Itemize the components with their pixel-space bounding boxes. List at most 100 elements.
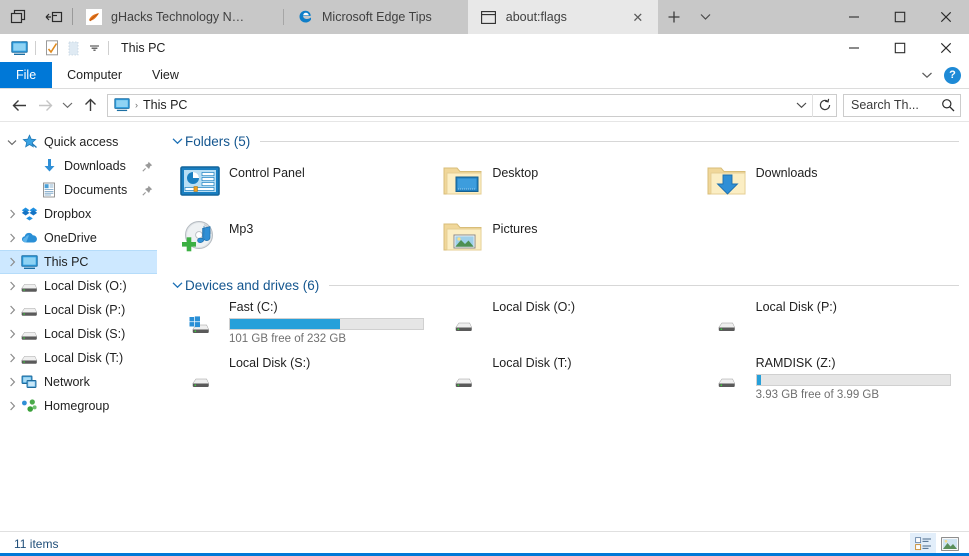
chevron-down-icon[interactable]: [169, 281, 185, 289]
list-item-body: Downloads: [756, 154, 959, 180]
list-item[interactable]: Pictures: [432, 210, 695, 266]
list-item[interactable]: Mp3: [169, 210, 432, 266]
list-item-body: Desktop: [492, 154, 695, 180]
customize-qat-button[interactable]: [85, 37, 103, 59]
search-input[interactable]: Search Th...: [843, 93, 961, 117]
list-item-body: Pictures: [492, 210, 695, 236]
chevron-right-icon[interactable]: [4, 326, 20, 342]
mp3-disc-icon: [179, 216, 221, 258]
list-item[interactable]: Local Disk (S:): [169, 354, 432, 410]
dropbox-icon: [21, 207, 37, 221]
pin-icon[interactable]: [137, 161, 157, 172]
navigation-pane[interactable]: Quick access Downloads Documents Dropbox One…: [0, 122, 157, 531]
this-pc-icon[interactable]: [8, 37, 30, 59]
details-view-button[interactable]: [910, 533, 936, 555]
file-list-pane[interactable]: Folders (5) Control Panel Desktop Downloads…: [157, 122, 969, 531]
sidebar-item-local-disk-o[interactable]: Local Disk (O:): [0, 274, 157, 298]
sidebar-item-label: This PC: [44, 255, 89, 269]
ribbon-tab-file[interactable]: File: [0, 62, 53, 88]
list-item-label: Local Disk (P:): [755, 300, 837, 314]
address-dropdown-button[interactable]: [790, 95, 812, 116]
desktop-folder-icon: [443, 167, 482, 195]
sidebar-item-this-pc[interactable]: This PC: [0, 250, 157, 274]
sidebar-item-local-disk-s[interactable]: Local Disk (S:): [0, 322, 157, 346]
sidebar-item-local-disk-p[interactable]: Local Disk (P:): [0, 298, 157, 322]
sets-minimize-button[interactable]: [831, 0, 877, 33]
list-item[interactable]: Downloads: [696, 154, 959, 210]
sidebar-item-local-disk-t[interactable]: Local Disk (T:): [0, 346, 157, 370]
tab-edge-tips[interactable]: Microsoft Edge Tips ✕: [284, 0, 468, 34]
chevron-right-icon[interactable]: [4, 302, 20, 318]
up-button[interactable]: [77, 92, 103, 118]
sets-close-button[interactable]: [923, 0, 969, 33]
sidebar-item-downloads[interactable]: Downloads: [0, 154, 157, 178]
close-icon[interactable]: ✕: [628, 7, 648, 27]
recent-locations-button[interactable]: [58, 92, 77, 118]
sidebar-item-dropbox[interactable]: Dropbox: [0, 202, 157, 226]
list-item-label: Mp3: [229, 222, 254, 236]
chevron-down-icon: [796, 102, 806, 109]
list-item[interactable]: Local Disk (T:): [432, 354, 695, 410]
back-button[interactable]: [6, 92, 32, 118]
list-item[interactable]: Fast (C:) 101 GB free of 232 GB: [169, 298, 432, 354]
list-item[interactable]: Local Disk (P:): [696, 298, 959, 354]
explorer-close-button[interactable]: [923, 42, 969, 54]
group-header-devices-and-drives[interactable]: Devices and drives (6): [169, 272, 959, 298]
properties-icon[interactable]: [41, 37, 63, 59]
group-title: Folders (5): [185, 133, 251, 149]
address-input[interactable]: › This PC: [107, 93, 837, 117]
minimize-icon: [849, 15, 859, 18]
new-folder-icon[interactable]: [63, 37, 85, 59]
tab-title: Microsoft Edge Tips: [322, 10, 432, 24]
details-view-icon: [914, 537, 931, 551]
list-item[interactable]: Desktop: [432, 154, 695, 210]
tile-grid: Control Panel Desktop Downloads Mp3 Pictures: [169, 154, 959, 266]
tab-ghacks[interactable]: gHacks Technology News ✕: [73, 0, 283, 34]
desktop-folder-icon: [442, 160, 484, 202]
list-item-body: Fast (C:) 101 GB free of 232 GB: [229, 298, 432, 345]
sidebar-item-onedrive[interactable]: OneDrive: [0, 226, 157, 250]
list-item[interactable]: Local Disk (O:): [432, 298, 695, 354]
large-icons-view-button[interactable]: [937, 533, 963, 555]
refresh-button[interactable]: [812, 93, 836, 117]
sidebar-item-label: Local Disk (P:): [44, 303, 126, 317]
chevron-right-icon[interactable]: [4, 254, 20, 270]
list-item[interactable]: Control Panel: [169, 154, 432, 210]
sidebar-item-label: Dropbox: [44, 207, 92, 221]
forward-button[interactable]: [32, 92, 58, 118]
tab-menu-button[interactable]: [690, 0, 722, 33]
chevron-right-icon[interactable]: [4, 230, 20, 246]
group-header-folders[interactable]: Folders (5): [169, 128, 959, 154]
explorer-window-controls: [831, 42, 969, 54]
chevron-down-icon[interactable]: [169, 137, 185, 145]
explorer-maximize-button[interactable]: [877, 42, 923, 54]
control-panel-icon: [180, 166, 220, 196]
sidebar-item-quick-access[interactable]: Quick access: [0, 130, 157, 154]
help-button[interactable]: ?: [944, 66, 961, 84]
new-tab-button[interactable]: [658, 0, 690, 33]
ribbon-tab-computer[interactable]: Computer: [52, 62, 137, 88]
sidebar-item-network[interactable]: Network: [0, 370, 157, 394]
chevron-right-icon[interactable]: [4, 278, 20, 294]
sets-maximize-button[interactable]: [877, 0, 923, 33]
sidebar-item-homegroup[interactable]: Homegroup: [0, 394, 157, 418]
pictures-folder-icon: [442, 216, 484, 258]
minimize-ribbon-button[interactable]: [918, 71, 936, 79]
chevron-right-icon[interactable]: [4, 398, 20, 414]
search-icon[interactable]: [940, 98, 956, 112]
sidebar-item-documents[interactable]: Documents: [0, 178, 157, 202]
tab-about-flags[interactable]: about:flags ✕: [467, 0, 658, 34]
chevron-right-icon[interactable]: [4, 350, 20, 366]
list-item-label: Local Disk (T:): [492, 356, 572, 370]
qat-divider-2: [108, 41, 109, 55]
chevron-down-icon[interactable]: [4, 134, 20, 150]
explorer-minimize-button[interactable]: [831, 42, 877, 54]
pin-icon[interactable]: [137, 185, 157, 196]
list-item[interactable]: RAMDISK (Z:) 3.93 GB free of 3.99 GB: [696, 354, 959, 410]
this-pc-icon: [20, 253, 38, 271]
restore-tabs-button[interactable]: [36, 0, 72, 33]
chevron-right-icon[interactable]: [4, 206, 20, 222]
chevron-right-icon[interactable]: [4, 374, 20, 390]
ribbon-tab-view[interactable]: View: [137, 62, 194, 88]
tab-list-button[interactable]: [0, 0, 36, 33]
